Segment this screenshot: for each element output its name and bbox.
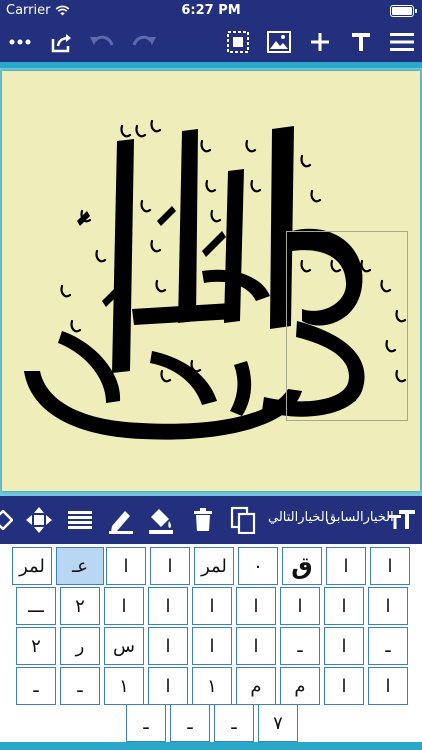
glyph-cell[interactable]: ـ: [60, 667, 100, 705]
duplicate-button[interactable]: [228, 506, 258, 534]
glyph-cell[interactable]: ا: [236, 627, 276, 665]
glyph-cell[interactable]: ـ: [16, 667, 56, 705]
glyph-cell[interactable]: ـــ: [16, 587, 56, 625]
align-button[interactable]: [66, 506, 94, 534]
glyph-cell[interactable]: لمر: [194, 547, 234, 585]
rotate-button[interactable]: [0, 506, 14, 534]
copy-icon: [230, 506, 256, 534]
glyph-cell[interactable]: لمر: [12, 547, 52, 585]
glyph-cell[interactable]: س: [104, 627, 144, 665]
glyph-cell[interactable]: ا: [324, 627, 364, 665]
glyph-cell[interactable]: م: [280, 667, 320, 705]
menu-button[interactable]: [388, 28, 416, 56]
redo-icon: [132, 35, 156, 46]
glyph-cell[interactable]: ـ: [280, 627, 320, 665]
fill-color-button[interactable]: [146, 506, 176, 534]
next-option-button[interactable]: الخيارالتالي: [268, 510, 328, 525]
glyph-cell[interactable]: ا: [150, 547, 190, 585]
glyph-cell[interactable]: ا: [192, 627, 232, 665]
image-button[interactable]: [265, 28, 293, 56]
image-icon: [267, 31, 291, 53]
glyph-cell[interactable]: ا: [104, 587, 144, 625]
glyph-cell[interactable]: ١: [104, 667, 144, 705]
glyph-cell[interactable]: ا: [368, 667, 408, 705]
drawing-canvas[interactable]: [2, 71, 420, 491]
undo-icon: [90, 35, 114, 46]
glyph-cell[interactable]: ا: [192, 587, 232, 625]
glyph-cell[interactable]: ٢: [16, 627, 56, 665]
glyph-cell[interactable]: ـ: [214, 704, 254, 742]
top-toolbar: [0, 22, 422, 62]
previous-option-button[interactable]: الخيارالسابق: [326, 510, 394, 525]
glyph-cell[interactable]: ق: [282, 547, 322, 585]
selection-box[interactable]: [286, 231, 408, 421]
glyph-cell[interactable]: ا: [324, 667, 364, 705]
glyph-cell[interactable]: ـ: [368, 627, 408, 665]
glyph-cell[interactable]: ١: [192, 667, 232, 705]
pen-color-button[interactable]: [106, 506, 136, 534]
diamond-icon: [0, 510, 13, 530]
more-icon: [9, 39, 31, 45]
glyph-cell[interactable]: ا: [326, 547, 366, 585]
trash-icon: [194, 508, 212, 531]
status-bar: Carrier 6:27 PM: [0, 0, 422, 22]
glyph-cell[interactable]: ا: [148, 587, 188, 625]
text-icon: [352, 33, 370, 51]
move-arrows-icon: [26, 507, 52, 533]
bottom-accent-strip: [0, 742, 422, 750]
glyph-cell[interactable]: ا: [324, 587, 364, 625]
clock: 6:27 PM: [181, 3, 241, 18]
select-button[interactable]: [224, 28, 252, 56]
glyph-cell[interactable]: ا: [236, 587, 276, 625]
glyph-cell[interactable]: ـ: [126, 704, 166, 742]
glyph-cell[interactable]: م: [236, 667, 276, 705]
edit-toolbar: الخيارالتالي الخيارالسابق: [0, 496, 422, 544]
lines-icon: [68, 511, 92, 529]
battery-icon: [390, 5, 417, 17]
glyph-cell[interactable]: ا: [370, 547, 410, 585]
canvas-area: [0, 68, 422, 496]
glyph-cell[interactable]: ٠: [238, 547, 278, 585]
share-button[interactable]: [48, 28, 76, 56]
delete-button[interactable]: [190, 506, 216, 534]
glyph-palette: لمر عـ ا ا لمر ٠ ق ا ا ـــ ٢ ا ا ا ا ا ا…: [0, 544, 422, 750]
add-button[interactable]: [306, 28, 334, 56]
more-button[interactable]: [6, 28, 34, 56]
glyph-cell[interactable]: ٧: [258, 704, 298, 742]
glyph-cell[interactable]: ا: [368, 587, 408, 625]
text-size-icon: [389, 510, 415, 529]
glyph-cell[interactable]: ا: [280, 587, 320, 625]
text-button[interactable]: [347, 28, 375, 56]
glyph-cell[interactable]: ا: [148, 667, 188, 705]
glyph-cell-selected[interactable]: عـ: [56, 547, 104, 585]
undo-button[interactable]: [88, 28, 116, 56]
menu-icon: [390, 33, 414, 51]
move-button[interactable]: [24, 506, 54, 534]
paint-bucket-icon: [149, 509, 173, 534]
glyph-cell[interactable]: ا: [106, 547, 146, 585]
share-icon: [51, 34, 71, 53]
glyph-cell[interactable]: ر: [60, 627, 100, 665]
glyph-cell[interactable]: ـ: [170, 704, 210, 742]
add-icon: [311, 33, 329, 51]
glyph-cell[interactable]: ا: [148, 627, 188, 665]
redo-button[interactable]: [130, 28, 158, 56]
select-icon: [227, 31, 249, 53]
pen-icon: [109, 511, 133, 534]
font-size-button[interactable]: [388, 506, 416, 534]
glyph-cell[interactable]: ٢: [60, 587, 100, 625]
